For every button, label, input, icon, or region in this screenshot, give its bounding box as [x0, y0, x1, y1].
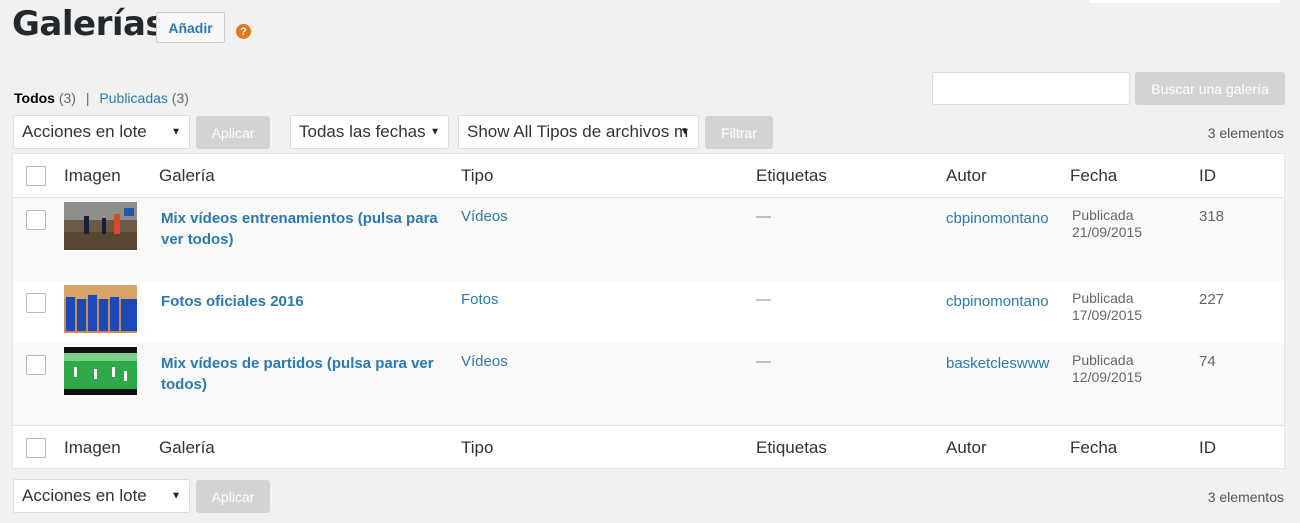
column-date-sort[interactable]: Fecha — [1070, 438, 1117, 458]
gallery-status: Publicada — [1072, 207, 1134, 223]
type-filter-value: Show All Tipos de archivos m — [467, 122, 689, 141]
gallery-type-link[interactable]: Vídeos — [461, 353, 508, 370]
table-row: Fotos oficiales 2016 Fotos — cbpinomonta… — [13, 281, 1284, 343]
select-all-checkbox-bottom[interactable] — [26, 438, 46, 458]
gallery-thumbnail[interactable] — [64, 285, 137, 333]
gallery-date: Publicada 17/09/2015 — [1072, 290, 1142, 324]
column-gallery-sort[interactable]: Galería — [159, 166, 215, 186]
column-id: ID — [1199, 438, 1216, 457]
column-tags: Etiquetas — [756, 438, 827, 457]
gallery-title-link[interactable]: Mix vídeos entrenamientos (pulsa para ve… — [161, 208, 441, 250]
filter-button[interactable]: Filtrar — [705, 116, 773, 149]
filter-separator: | — [85, 90, 90, 106]
gallery-id: 74 — [1199, 353, 1216, 370]
type-filter-select[interactable]: Show All Tipos de archivos m ▼ — [458, 115, 699, 149]
gallery-author-link[interactable]: basketcleswww — [946, 353, 1054, 375]
apply-button-top[interactable]: Aplicar — [196, 116, 270, 149]
gallery-date-value: 21/09/2015 — [1072, 224, 1143, 240]
gallery-tags: — — [756, 291, 771, 308]
filter-published-count: (3) — [171, 90, 189, 106]
gallery-date-value: 12/09/2015 — [1072, 369, 1143, 385]
column-tags: Etiquetas — [756, 166, 827, 185]
column-id: ID — [1199, 166, 1216, 185]
table-row: Mix vídeos de partidos (pulsa para ver t… — [13, 343, 1284, 425]
gallery-date: Publicada 21/09/2015 — [1072, 207, 1142, 241]
date-filter-select[interactable]: Todas las fechas ▼ — [290, 115, 449, 149]
row-checkbox[interactable] — [26, 293, 46, 313]
table-row: Mix vídeos entrenamientos (pulsa para ve… — [13, 198, 1284, 281]
gallery-tags: — — [756, 208, 771, 225]
search-input[interactable] — [932, 72, 1130, 105]
apply-button-bottom[interactable]: Aplicar — [196, 480, 270, 513]
galleries-table: Imagen Galería Tipo Etiquetas Autor Fech… — [12, 153, 1285, 469]
gallery-type-link[interactable]: Fotos — [461, 291, 499, 308]
help-icon[interactable]: ? — [236, 24, 251, 39]
chevron-down-icon: ▼ — [430, 126, 440, 138]
column-date-sort[interactable]: Fecha — [1070, 166, 1117, 186]
gallery-thumbnail[interactable] — [64, 202, 137, 250]
column-author: Autor — [946, 166, 987, 185]
bulk-actions-value: Acciones en lote — [22, 122, 147, 141]
gallery-author-link[interactable]: cbpinomontano — [946, 291, 1054, 313]
bulk-actions-select-top[interactable]: Acciones en lote ▼ — [13, 115, 190, 149]
gallery-date: Publicada 12/09/2015 — [1072, 352, 1142, 386]
gallery-id: 227 — [1199, 291, 1225, 308]
filter-all-link[interactable]: Todos — [14, 90, 55, 106]
chevron-down-icon: ▼ — [171, 126, 181, 138]
column-author: Autor — [946, 438, 987, 457]
gallery-author-link[interactable]: cbpinomontano — [946, 208, 1054, 230]
gallery-status: Publicada — [1072, 352, 1134, 368]
gallery-date-value: 17/09/2015 — [1072, 307, 1143, 323]
column-gallery-sort[interactable]: Galería — [159, 438, 215, 458]
column-type: Tipo — [461, 166, 494, 185]
add-gallery-button[interactable]: Añadir — [156, 12, 225, 43]
table-footer-row: Imagen Galería Tipo Etiquetas Autor Fech… — [13, 425, 1284, 469]
filter-published-link[interactable]: Publicadas — [99, 90, 168, 106]
items-count-top: 3 elementos — [1207, 125, 1284, 141]
filter-all-count: (3) — [58, 90, 76, 106]
bulk-actions-select-bottom[interactable]: Acciones en lote ▼ — [13, 479, 190, 513]
select-all-checkbox[interactable] — [26, 166, 46, 186]
gallery-thumbnail[interactable] — [64, 347, 137, 395]
page-title: Galerías — [12, 4, 166, 44]
items-count-bottom: 3 elementos — [1207, 489, 1284, 505]
column-type: Tipo — [461, 438, 494, 457]
column-image: Imagen — [64, 166, 121, 185]
gallery-status: Publicada — [1072, 290, 1134, 306]
gallery-title-link[interactable]: Fotos oficiales 2016 — [161, 291, 441, 312]
bulk-actions-value: Acciones en lote — [22, 486, 147, 505]
gallery-type-link[interactable]: Vídeos — [461, 208, 508, 225]
row-checkbox[interactable] — [26, 355, 46, 375]
search-button[interactable]: Buscar una galería — [1135, 72, 1285, 105]
gallery-title-link[interactable]: Mix vídeos de partidos (pulsa para ver t… — [161, 353, 441, 395]
date-filter-value: Todas las fechas — [299, 122, 426, 141]
chevron-down-icon: ▼ — [680, 126, 690, 138]
column-image: Imagen — [64, 438, 121, 457]
chevron-down-icon: ▼ — [171, 490, 181, 502]
top-strip — [1090, 0, 1280, 3]
status-filter-links: Todos (3) | Publicadas (3) — [14, 90, 189, 106]
gallery-tags: — — [756, 353, 771, 370]
row-checkbox[interactable] — [26, 210, 46, 230]
table-header-row: Imagen Galería Tipo Etiquetas Autor Fech… — [13, 154, 1284, 198]
gallery-id: 318 — [1199, 208, 1225, 225]
